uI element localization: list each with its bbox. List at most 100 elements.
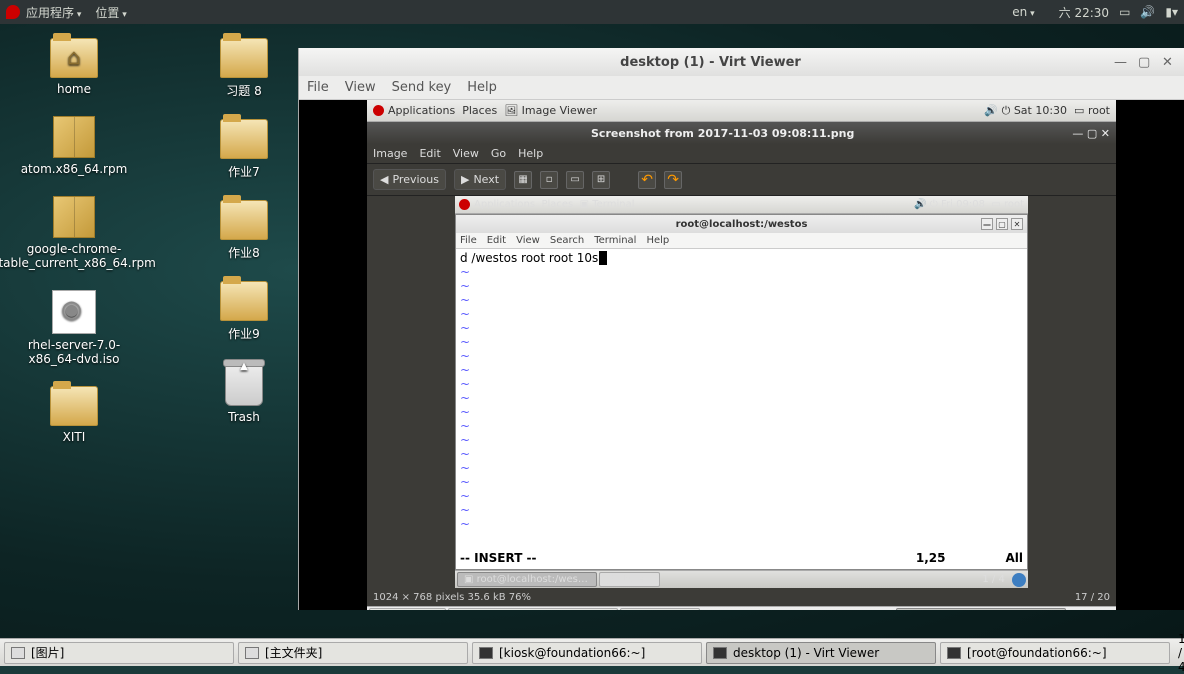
terminal-launcher: ▣ Terminal xyxy=(580,199,635,210)
minimize-button[interactable]: — xyxy=(1072,127,1083,140)
lang-indicator[interactable]: en xyxy=(1012,5,1034,19)
desktop-icon-trash[interactable]: Trash xyxy=(184,362,304,424)
innermost-apps-menu: Applications xyxy=(474,199,535,210)
taskbar-terminal-button[interactable]: [root@localhost:~/Desktop] xyxy=(448,608,618,610)
iso-icon xyxy=(52,290,96,334)
close-button: ✕ xyxy=(1011,218,1023,230)
battery-icon[interactable]: ▮▾ xyxy=(1165,5,1178,19)
image-viewer-canvas: Applications Places ▣ Terminal 🔊 ⏻ Fri 0… xyxy=(455,196,1028,588)
desktop-icon-google-chrome-stable-current-x86-64-rpm[interactable]: google-chrome-stable_current_x86_64.rpm xyxy=(14,196,134,270)
icon-label: atom.x86_64.rpm xyxy=(21,162,128,176)
taskbar-home-button[interactable]: [Home] xyxy=(369,608,446,610)
image-viewer-menubar: Image Edit View Go Help xyxy=(367,144,1116,164)
icon-label: 作业8 xyxy=(228,244,260,261)
iv-menu-go[interactable]: Go xyxy=(491,147,506,160)
maximize-button[interactable]: ▢ xyxy=(1087,127,1097,140)
zoom-fit-button[interactable]: ▭ xyxy=(566,171,584,189)
host-desktop[interactable]: home atom.x86_64.rpm google-chrome-stable_… xyxy=(0,24,1184,638)
text-cursor xyxy=(599,251,607,265)
taskbar-root-terminal-button[interactable]: [root@foundation66:~] xyxy=(940,642,1170,664)
applications-menu[interactable]: 应用程序 xyxy=(26,4,81,21)
image-viewer-titlebar[interactable]: Screenshot from 2017-11-03 09:08:11.png … xyxy=(367,122,1116,144)
pkg-icon xyxy=(53,116,95,158)
iv-menu-edit[interactable]: Edit xyxy=(419,147,440,160)
icon-label: 作业9 xyxy=(228,325,260,342)
host-taskbar: [图片] [主文件夹] [kiosk@foundation66:~] deskt… xyxy=(0,638,1184,666)
redhat-icon xyxy=(459,199,470,210)
volume-icon[interactable]: 🔊 xyxy=(984,104,998,117)
clock[interactable]: 六 22:30 xyxy=(1059,4,1109,21)
iv-menu-help[interactable]: Help xyxy=(518,147,543,160)
vim-percent: All xyxy=(1005,551,1023,565)
minimize-button: — xyxy=(981,218,993,230)
zoom-out-button[interactable]: ▫ xyxy=(540,171,558,189)
folder-icon xyxy=(50,386,98,426)
minimize-button[interactable]: — xyxy=(1114,55,1128,69)
virt-viewer-titlebar[interactable]: desktop (1) - Virt Viewer — ▢ ✕ xyxy=(299,48,1184,76)
virt-viewer-content: Applications Places 🖼 Image Viewer 🔊 ⏻ S… xyxy=(299,100,1184,610)
guest-applications-menu[interactable]: Applications xyxy=(388,104,455,117)
previous-button[interactable]: ◀ Previous xyxy=(373,169,446,190)
maximize-button[interactable]: ▢ xyxy=(1138,55,1152,69)
workspace-indicator[interactable]: 1 / 4 xyxy=(1178,632,1184,674)
network-icon: ⏻ xyxy=(930,199,938,210)
maximize-button: ▢ xyxy=(996,218,1008,230)
taskbar-pictures-button: [Pictures] xyxy=(599,572,660,587)
desktop-icon-xiti[interactable]: XITI xyxy=(14,386,134,444)
rotate-right-button[interactable]: ↷ xyxy=(664,171,682,189)
vv-menu-help[interactable]: Help xyxy=(467,80,497,95)
vim-mode: -- INSERT -- xyxy=(460,551,537,565)
close-button[interactable]: ✕ xyxy=(1101,127,1110,140)
desktop-icon--8[interactable]: 作业8 xyxy=(184,200,304,261)
desktop-icon-rhel-server-7-0-x86-64-dvd-iso[interactable]: rhel-server-7.0-x86_64-dvd.iso xyxy=(14,290,134,366)
zoom-in-button[interactable]: ▦ xyxy=(514,171,532,189)
vv-menu-sendkey[interactable]: Send key xyxy=(392,80,452,95)
user-indicator[interactable]: ▭ root xyxy=(1074,104,1110,117)
innermost-clock: Fri 09:08 xyxy=(941,199,985,210)
next-button[interactable]: ▶ Next xyxy=(454,169,506,190)
image-viewer-toolbar: ◀ Previous ▶ Next ▦ ▫ ▭ ⊞ ↶ ↷ xyxy=(367,164,1116,196)
folder-icon xyxy=(220,200,268,240)
desktop-icon--7[interactable]: 作业7 xyxy=(184,119,304,180)
terminal-window: root@localhost:/westos — ▢ ✕ File Edit xyxy=(455,214,1028,570)
folder-icon xyxy=(220,119,268,159)
innermost-top-panel: Applications Places ▣ Terminal 🔊 ⏻ Fri 0… xyxy=(455,196,1028,214)
display-icon[interactable]: ▭ xyxy=(1119,5,1130,19)
network-icon[interactable]: ⏻ xyxy=(1002,104,1011,118)
guest-taskbar: [Home] [root@localhost:~/Desktop] Pictur… xyxy=(367,606,1116,610)
guest-top-panel: Applications Places 🖼 Image Viewer 🔊 ⏻ S… xyxy=(367,100,1116,122)
guest-clock[interactable]: Sat 10:30 xyxy=(1014,104,1067,117)
folder-icon xyxy=(220,281,268,321)
zoom-100-button[interactable]: ⊞ xyxy=(592,171,610,189)
desktop-icon-home[interactable]: home xyxy=(14,38,134,96)
vv-menu-view[interactable]: View xyxy=(345,80,376,95)
pkg-icon xyxy=(53,196,95,238)
desktop-icon-atom-x86-64-rpm[interactable]: atom.x86_64.rpm xyxy=(14,116,134,176)
virt-viewer-title: desktop (1) - Virt Viewer xyxy=(307,55,1114,70)
volume-icon[interactable]: 🔊 xyxy=(1140,5,1155,19)
image-viewer-title: Screenshot from 2017-11-03 09:08:11.png xyxy=(373,127,1072,140)
desktop-icon--8[interactable]: 习题 8 xyxy=(184,38,304,99)
places-menu[interactable]: 位置 xyxy=(95,4,126,21)
innermost-places-menu: Places xyxy=(541,199,573,210)
taskbar-home-button[interactable]: [主文件夹] xyxy=(238,642,468,664)
vim-position: 1,25 xyxy=(916,551,946,565)
taskbar-kiosk-terminal-button[interactable]: [kiosk@foundation66:~] xyxy=(472,642,702,664)
iv-menu-view[interactable]: View xyxy=(453,147,479,160)
taskbar-virtviewer-button[interactable]: desktop (1) - Virt Viewer xyxy=(706,642,936,664)
icon-label: 作业7 xyxy=(228,163,260,180)
icon-label: Trash xyxy=(228,410,260,424)
vv-menu-file[interactable]: File xyxy=(307,80,329,95)
iv-menu-image[interactable]: Image xyxy=(373,147,407,160)
close-button[interactable]: ✕ xyxy=(1162,55,1176,69)
icon-label: google-chrome-stable_current_x86_64.rpm xyxy=(0,242,156,270)
image-viewer-launcher[interactable]: 🖼 Image Viewer xyxy=(504,104,597,117)
taskbar-pictures-button[interactable]: [图片] xyxy=(4,642,234,664)
icon-label: XITI xyxy=(63,430,86,444)
taskbar-imageviewer-button[interactable]: Screenshot from 2017-11... xyxy=(896,608,1066,610)
taskbar-pictures-button[interactable]: Pictures xyxy=(620,608,700,610)
guest-places-menu[interactable]: Places xyxy=(462,104,497,117)
desktop-icon--9[interactable]: 作业9 xyxy=(184,281,304,342)
rotate-left-button[interactable]: ↶ xyxy=(638,171,656,189)
workspace-indicator: 1 / 4 xyxy=(982,574,1004,585)
